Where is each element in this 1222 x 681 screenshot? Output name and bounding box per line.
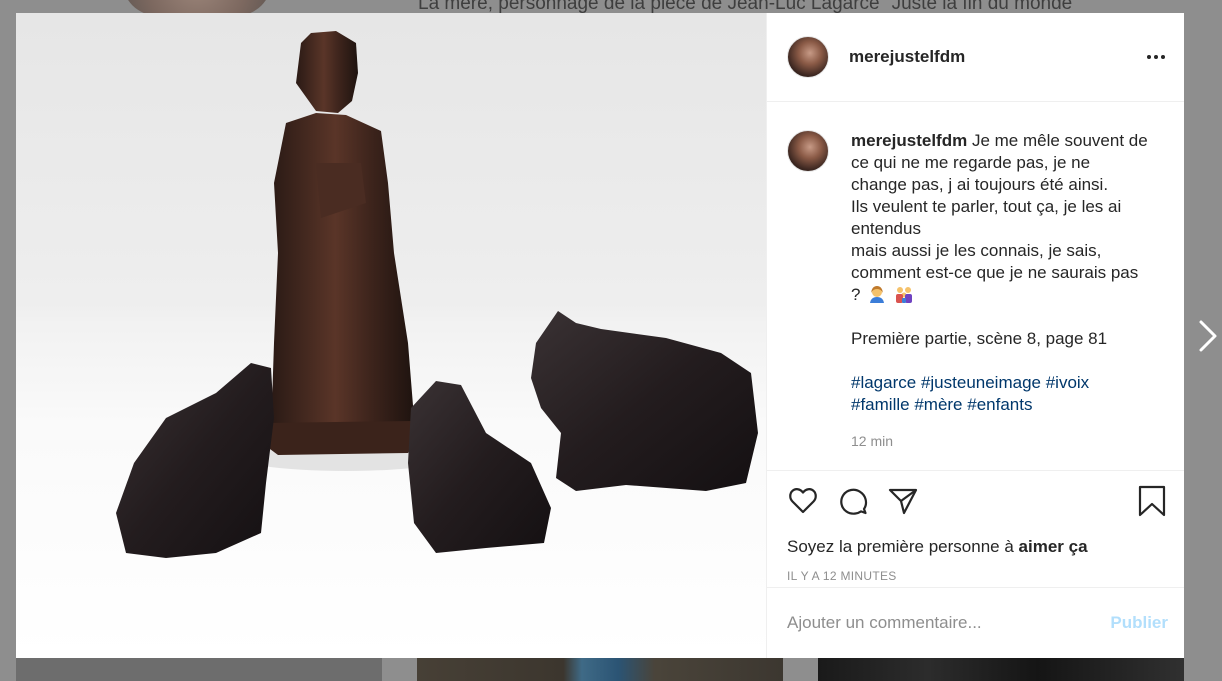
hashtag-link[interactable]: #famille bbox=[851, 395, 910, 414]
hashtag-link[interactable]: #ivoix bbox=[1046, 373, 1089, 392]
hashtags-row: #lagarce #justeuneimage #ivoix bbox=[851, 372, 1151, 394]
hashtag-link[interactable]: #enfants bbox=[967, 395, 1032, 414]
background-thumbnail[interactable] bbox=[16, 658, 382, 681]
caption-line: ce qui ne me regarde pas, je ne bbox=[851, 153, 1091, 172]
caption-line: change pas, j ai toujours été ainsi. bbox=[851, 175, 1109, 194]
hashtags-row: #famille #mère #enfants bbox=[851, 394, 1151, 416]
standing-figure bbox=[262, 31, 418, 455]
action-bar bbox=[787, 485, 1168, 517]
hashtag-link[interactable]: #justeuneimage bbox=[921, 373, 1041, 392]
caption-line: entendus bbox=[851, 219, 921, 238]
paper-plane-icon[interactable] bbox=[887, 485, 919, 517]
caption-line: ? bbox=[851, 284, 1151, 306]
next-post-arrow-icon[interactable] bbox=[1196, 318, 1220, 354]
post-actions: Soyez la première personne à aimer ça IL… bbox=[767, 470, 1184, 587]
post-header: merejustelfdm bbox=[767, 13, 1184, 102]
caption-line: comment est-ce que je ne saurais pas bbox=[851, 263, 1139, 282]
caption-line: merejustelfdm Je me mêle souvent de bbox=[851, 131, 1148, 150]
like-this-link[interactable]: aimer ça bbox=[1019, 537, 1088, 556]
ox-figure bbox=[531, 311, 758, 491]
avatar[interactable] bbox=[787, 36, 829, 78]
background-thumbnail[interactable] bbox=[818, 658, 1184, 681]
publish-button[interactable]: Publier bbox=[1110, 613, 1168, 633]
hashtag-link[interactable]: #lagarce bbox=[851, 373, 916, 392]
left-sheep-figure bbox=[116, 363, 274, 558]
middle-sheep-figure bbox=[408, 381, 551, 553]
hashtag-link[interactable]: #mère bbox=[914, 395, 962, 414]
background-thumbnail[interactable] bbox=[417, 658, 783, 681]
bookmark-icon[interactable] bbox=[1136, 485, 1168, 517]
background-post-title: La mère, personnage de la pièce de Jean-… bbox=[418, 0, 1079, 14]
woman-emoji-icon bbox=[870, 286, 885, 303]
family-emoji-icon bbox=[895, 287, 912, 303]
comment-input[interactable] bbox=[787, 613, 1103, 633]
post-timestamp[interactable]: IL Y A 12 MINUTES bbox=[787, 569, 1168, 583]
caption-text: merejustelfdm Je me mêle souvent de ce q… bbox=[851, 130, 1151, 452]
post-modal: merejustelfdm merejustelfdm Je me mêle s… bbox=[16, 13, 1184, 658]
comment-icon[interactable] bbox=[837, 485, 869, 517]
post-sidebar: merejustelfdm merejustelfdm Je me mêle s… bbox=[766, 13, 1184, 658]
caption-reference: Première partie, scène 8, page 81 bbox=[851, 329, 1108, 348]
caption-username[interactable]: merejustelfdm bbox=[851, 131, 967, 150]
nativity-figurines-image bbox=[116, 31, 758, 558]
post-caption: merejustelfdm Je me mêle souvent de ce q… bbox=[787, 130, 1168, 452]
comments-section: merejustelfdm Je me mêle souvent de ce q… bbox=[767, 102, 1184, 470]
post-photo[interactable] bbox=[16, 13, 766, 658]
caption-avatar[interactable] bbox=[787, 130, 829, 172]
heart-icon[interactable] bbox=[787, 485, 819, 517]
likes-summary: Soyez la première personne à aimer ça bbox=[787, 537, 1088, 556]
add-comment-form: Publier bbox=[767, 587, 1184, 658]
caption-timestamp[interactable]: 12 min bbox=[851, 430, 1151, 452]
caption-line: mais aussi je les connais, je sais, bbox=[851, 241, 1102, 260]
ellipsis-icon[interactable] bbox=[1144, 45, 1168, 69]
caption-line: Ils veulent te parler, tout ça, je les a… bbox=[851, 197, 1122, 216]
post-author-username[interactable]: merejustelfdm bbox=[849, 47, 965, 67]
